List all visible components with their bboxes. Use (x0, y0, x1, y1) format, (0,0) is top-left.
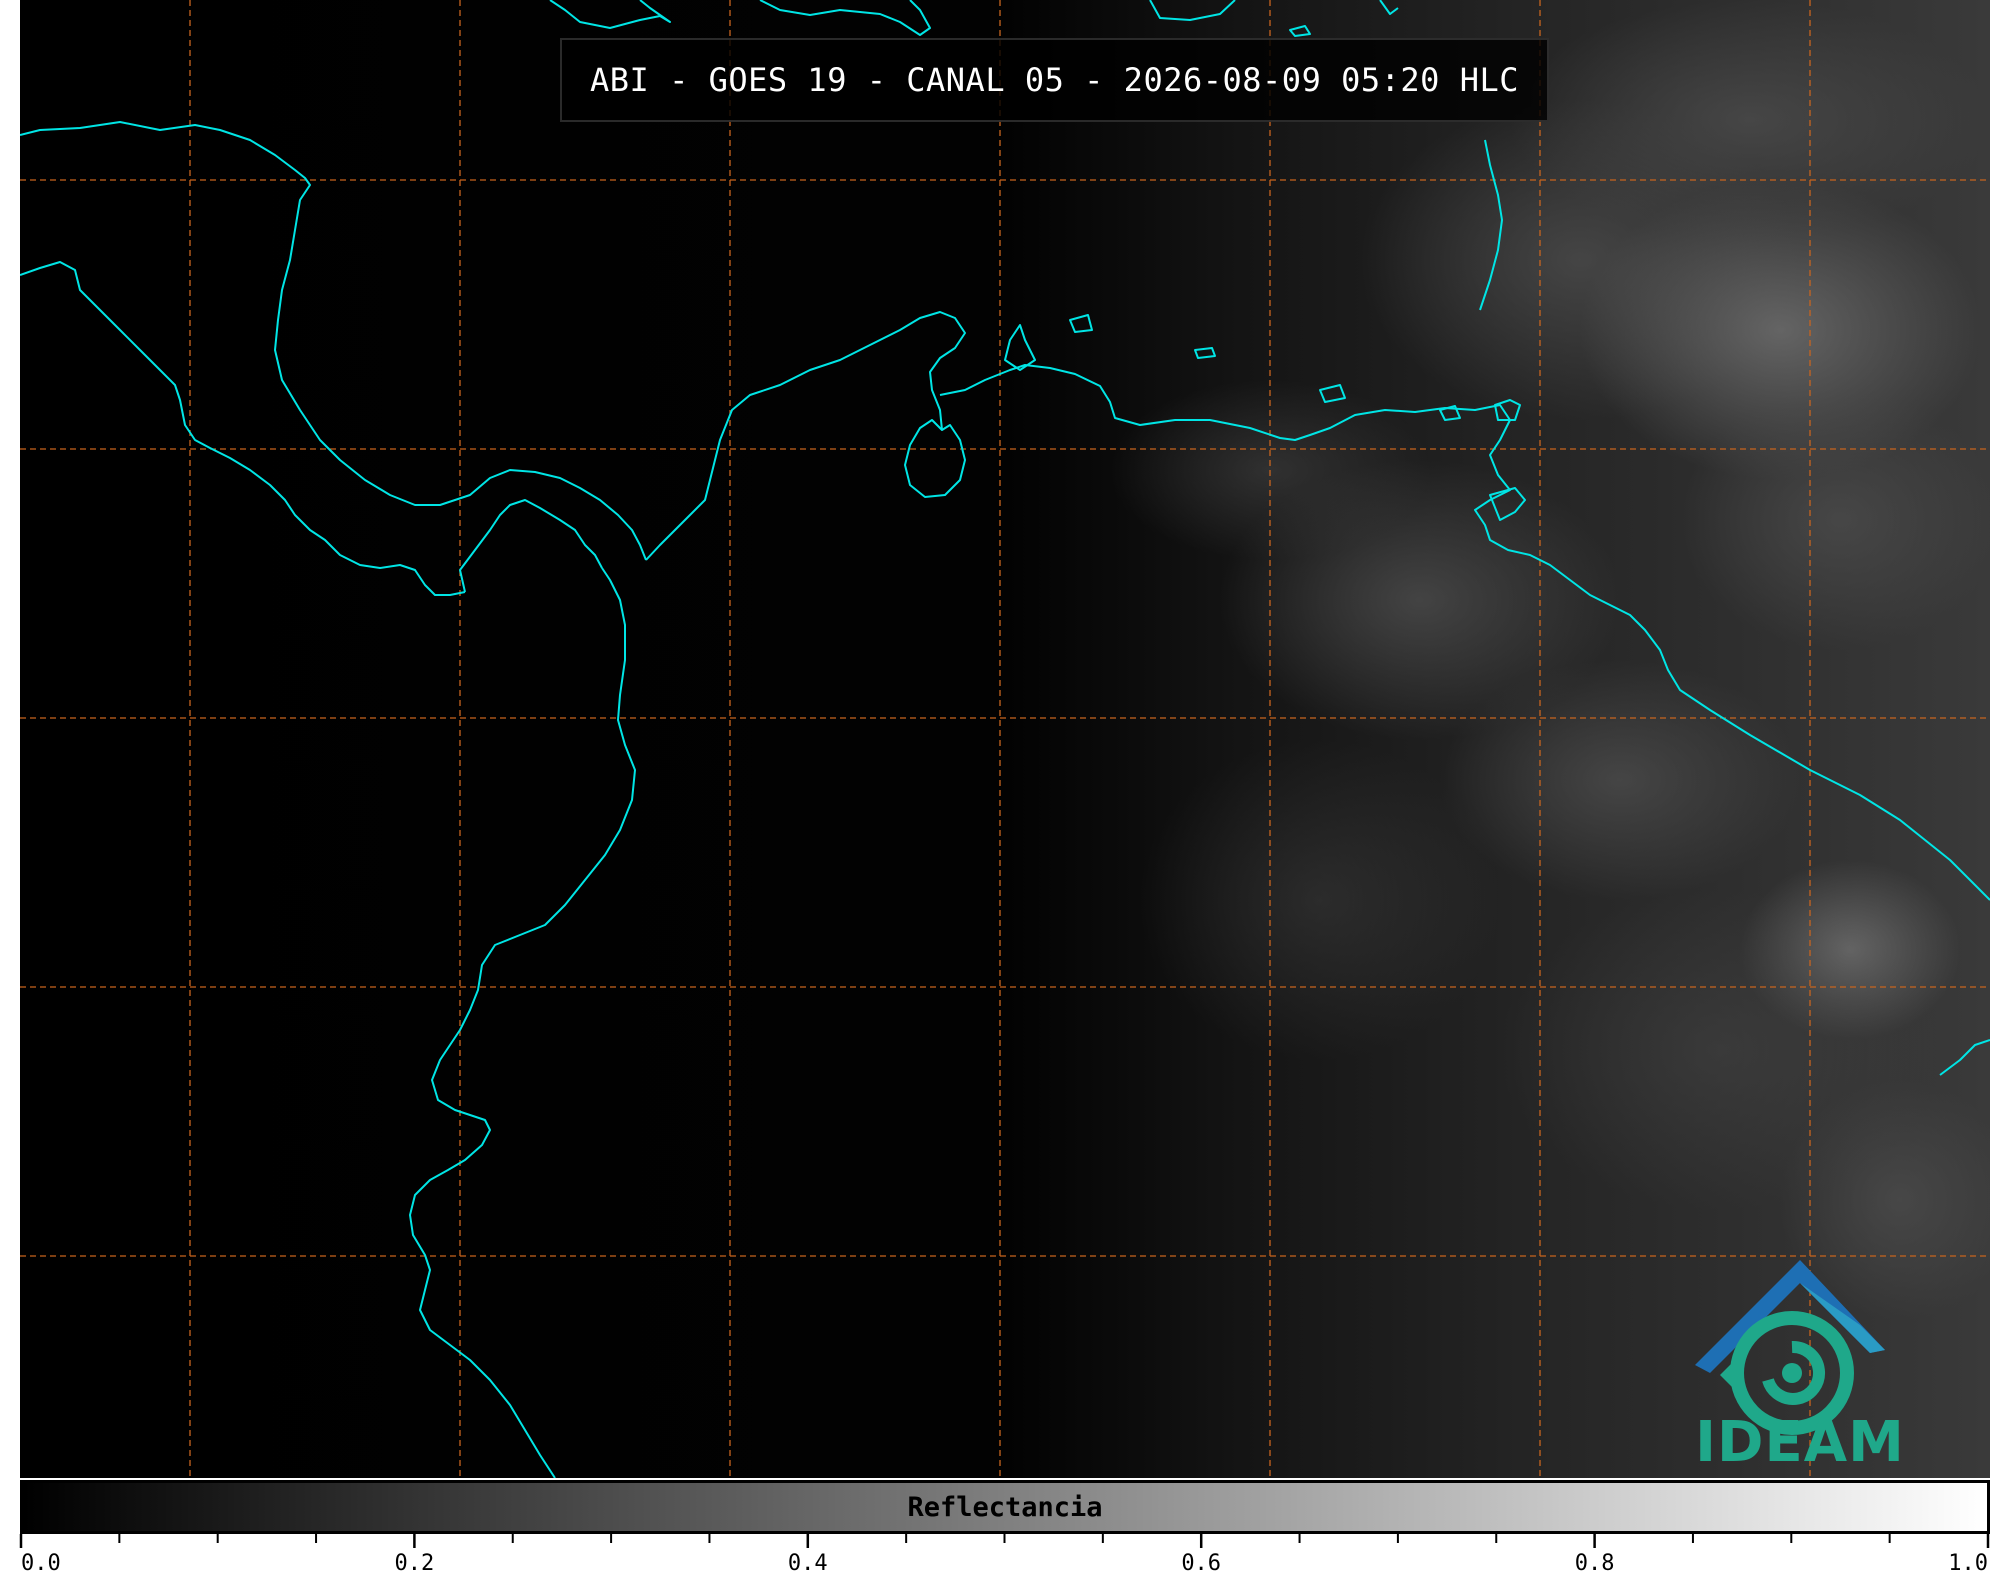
satellite-map: ABI - GOES 19 - CANAL 05 - 2026-08-09 05… (20, 0, 1990, 1478)
map-title: ABI - GOES 19 - CANAL 05 - 2026-08-09 05… (560, 38, 1549, 122)
ideam-logo-text: IDEAM (1695, 1410, 1905, 1475)
colorbar-tick-label: 0.4 (788, 1551, 828, 1576)
colorbar-tick-label: 1.0 (1948, 1551, 1988, 1576)
colorbar-tick-label: 0.2 (395, 1551, 435, 1576)
colorbar-tick-label: 0.8 (1575, 1551, 1615, 1576)
colorbar-label: Reflectancia (907, 1491, 1103, 1523)
colorbar-ticks: 0.0 0.2 0.4 0.6 0.8 1.0 (19, 1534, 1990, 1576)
colorbar-tick-label: 0.6 (1181, 1551, 1221, 1576)
colorbar-tick-label: 0.0 (21, 1551, 61, 1576)
colorbar: Reflectancia (20, 1480, 1990, 1534)
